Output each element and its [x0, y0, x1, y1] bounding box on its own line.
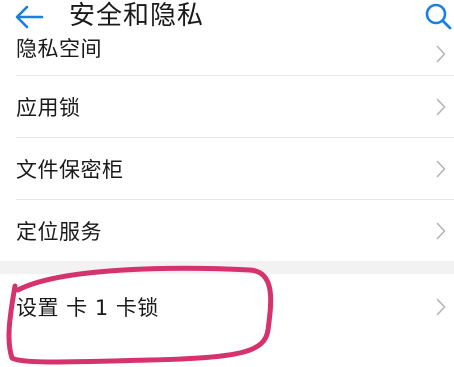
- settings-item-label: 设置 卡 1 卡锁: [16, 296, 159, 320]
- settings-item-app-lock[interactable]: 应用锁: [0, 76, 454, 137]
- settings-item-file-safe[interactable]: 文件保密柜: [0, 138, 454, 199]
- chevron-right-icon: [436, 45, 446, 62]
- section-gap: [0, 261, 454, 274]
- settings-item-label: 文件保密柜: [16, 157, 124, 182]
- page-title: 安全和隐私: [69, 1, 205, 31]
- settings-item-sim-card-lock[interactable]: 设置 卡 1 卡锁: [0, 274, 454, 340]
- chevron-right-icon: [436, 98, 446, 115]
- settings-item-location-services[interactable]: 定位服务: [0, 200, 454, 261]
- back-arrow-icon[interactable]: [13, 3, 45, 31]
- chevron-right-icon: [436, 298, 446, 316]
- settings-list: 隐私空间 应用锁 文件保密柜 定位服务 设置 卡 1 卡锁: [0, 37, 454, 340]
- settings-item-label: 隐私空间: [16, 36, 102, 61]
- settings-item-label: 应用锁: [16, 95, 81, 120]
- settings-item-label: 定位服务: [16, 219, 102, 244]
- settings-item-private-space[interactable]: 隐私空间: [0, 37, 454, 75]
- chevron-right-icon: [436, 222, 446, 239]
- search-icon[interactable]: [423, 2, 453, 30]
- chevron-right-icon: [436, 160, 446, 177]
